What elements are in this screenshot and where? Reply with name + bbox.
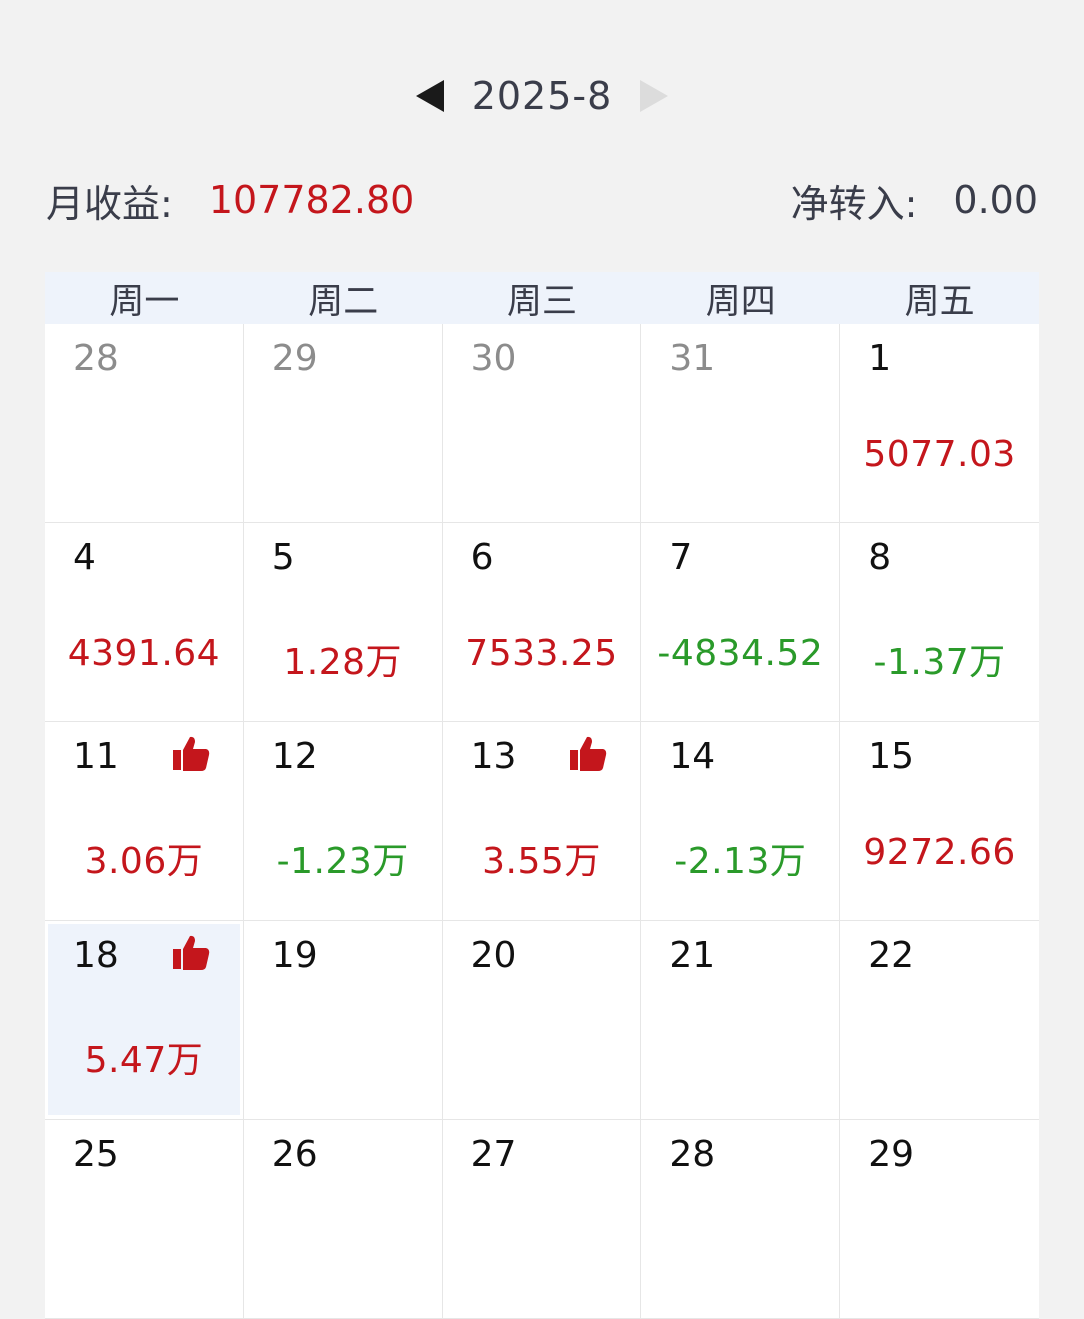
day-number: 1: [868, 338, 892, 379]
net-transfer-label: 净转入:: [790, 181, 918, 226]
calendar-day-cell[interactable]: 1 5077.03: [840, 324, 1039, 523]
calendar-day-cell[interactable]: 27: [442, 1120, 642, 1319]
day-number: 20: [470, 935, 517, 976]
day-number: 31: [669, 338, 716, 379]
day-number: 26: [271, 1134, 318, 1175]
net-transfer-group: 净转入: 0.00: [791, 173, 1038, 228]
day-income-value: -1.23万: [276, 841, 409, 882]
day-number: 29: [271, 338, 318, 379]
day-number: 28: [669, 1134, 716, 1175]
calendar-day-cell[interactable]: 4 4391.64: [45, 523, 244, 722]
thumbs-up-icon: [171, 933, 211, 973]
calendar-day-cell[interactable]: 8 -1.37万: [840, 523, 1039, 722]
day-number: 27: [470, 1134, 517, 1175]
calendar-day-cell[interactable]: 28: [641, 1120, 841, 1319]
day-income-value: 7533.25: [465, 633, 618, 674]
calendar-day-cell[interactable]: 29: [243, 324, 443, 523]
next-month-button[interactable]: [634, 76, 674, 116]
weekday-header: 周一 周二 周三 周四 周五: [45, 272, 1039, 324]
day-number: 6: [470, 537, 494, 578]
day-number: 11: [73, 736, 119, 777]
day-income-value: 5.47万: [84, 1040, 204, 1081]
triangle-left-icon: [415, 80, 444, 112]
calendar-day-cell[interactable]: 6 7533.25: [442, 523, 642, 722]
day-income-value: 3.06万: [84, 841, 204, 882]
day-number: 25: [73, 1134, 119, 1175]
day-number: 19: [271, 935, 318, 976]
day-number: 22: [868, 935, 914, 976]
income-calendar: 周一 周二 周三 周四 周五 28 29 30 31 1 5077.03 4 4391.64 5…: [45, 272, 1039, 1319]
weekday-thu: 周四: [705, 281, 776, 322]
calendar-day-cell[interactable]: 7 -4834.52: [641, 523, 841, 722]
calendar-day-cell[interactable]: 15 9272.66: [840, 722, 1039, 921]
monthly-income-label: 月收益:: [46, 181, 173, 226]
day-income-value: 5077.03: [863, 434, 1016, 475]
weekday-fri: 周五: [904, 281, 975, 322]
day-number: 8: [868, 537, 892, 578]
day-number: 5: [271, 537, 295, 578]
day-number: 7: [669, 537, 693, 578]
calendar-day-cell[interactable]: 29: [840, 1120, 1039, 1319]
day-number: 30: [470, 338, 517, 379]
calendar-day-cell[interactable]: 21: [641, 921, 841, 1120]
day-number: 29: [868, 1134, 914, 1175]
calendar-day-cell[interactable]: 28: [45, 324, 244, 523]
current-month-label: 2025-8: [471, 74, 613, 118]
day-number: 21: [669, 935, 716, 976]
day-income-value: -4834.52: [657, 633, 824, 674]
weekday-mon: 周一: [109, 281, 180, 322]
day-income-value: 1.28万: [283, 642, 403, 683]
weekday-tue: 周二: [308, 281, 379, 322]
day-grid: 28 29 30 31 1 5077.03 4 4391.64 5 1.28万 6 7533.25 7 -…: [45, 324, 1039, 1319]
day-number: 28: [73, 338, 119, 379]
calendar-day-cell[interactable]: 14 -2.13万: [641, 722, 841, 921]
thumbs-up-icon: [171, 734, 211, 774]
calendar-day-cell[interactable]: 19: [243, 921, 443, 1120]
calendar-day-cell[interactable]: 11 3.06万: [45, 722, 244, 921]
day-number: 15: [868, 736, 914, 777]
day-income-value: 9272.66: [863, 832, 1016, 873]
calendar-day-cell[interactable]: 20: [442, 921, 642, 1120]
weekday-wed: 周三: [506, 281, 577, 322]
day-number: 13: [470, 736, 517, 777]
day-number: 12: [271, 736, 318, 777]
day-number: 14: [669, 736, 716, 777]
calendar-day-cell[interactable]: 18 5.47万: [45, 921, 244, 1120]
prev-month-button[interactable]: [410, 76, 450, 116]
calendar-day-cell[interactable]: 25: [45, 1120, 244, 1319]
day-income-value: 4391.64: [67, 633, 221, 674]
calendar-day-cell[interactable]: 12 -1.23万: [243, 722, 443, 921]
calendar-day-cell[interactable]: 26: [243, 1120, 443, 1319]
day-income-value: 3.55万: [482, 841, 601, 882]
calendar-day-cell[interactable]: 5 1.28万: [243, 523, 443, 722]
day-income-value: -1.37万: [873, 642, 1006, 683]
month-navigator: 2025-8: [0, 70, 1084, 122]
monthly-income-group: 月收益: 107782.80: [46, 173, 414, 228]
monthly-income-value: 107782.80: [208, 178, 415, 222]
calendar-day-cell[interactable]: 30: [442, 324, 642, 523]
thumbs-up-icon: [568, 734, 608, 774]
triangle-right-icon: [640, 80, 669, 112]
day-number: 18: [73, 935, 119, 976]
calendar-day-cell[interactable]: 31: [641, 324, 841, 523]
day-number: 4: [73, 537, 96, 578]
day-income-value: -2.13万: [674, 841, 807, 882]
summary-bar: 月收益: 107782.80 净转入: 0.00: [46, 172, 1038, 228]
calendar-day-cell[interactable]: 22: [840, 921, 1039, 1120]
calendar-day-cell[interactable]: 13 3.55万: [442, 722, 642, 921]
net-transfer-value: 0.00: [953, 178, 1038, 222]
